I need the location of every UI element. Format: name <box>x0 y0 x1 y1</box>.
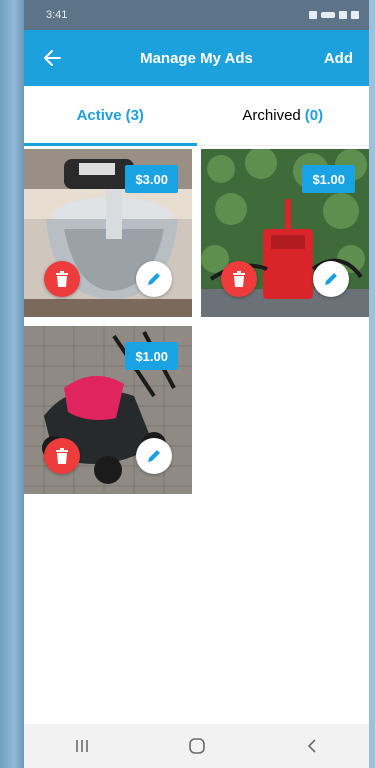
pencil-icon <box>148 273 160 285</box>
tab-active-label: Active <box>76 107 122 124</box>
arrow-left-icon <box>44 50 61 66</box>
alarm-icon <box>309 11 317 19</box>
delete-button[interactable] <box>221 261 257 297</box>
price-tag: $1.00 <box>125 342 178 370</box>
delete-button[interactable] <box>44 438 80 474</box>
edit-button[interactable] <box>136 438 172 474</box>
home-button[interactable] <box>167 724 227 768</box>
recent-apps-button[interactable] <box>52 724 112 768</box>
pencil-icon <box>148 450 160 462</box>
delete-button[interactable] <box>44 261 80 297</box>
cell-signal-icon <box>339 11 347 19</box>
back-nav-icon <box>307 739 316 753</box>
edit-button[interactable] <box>313 261 349 297</box>
page-title: Manage My Ads <box>140 49 253 67</box>
add-button[interactable]: Add <box>324 50 353 67</box>
status-icons <box>309 11 359 19</box>
ads-grid: $3.00 $1.00 $1.00 <box>24 146 369 706</box>
home-icon <box>188 738 205 754</box>
phone-screen: 3:41 Manage My Ads Add Active (3) Archiv… <box>24 0 369 768</box>
price-tag: $3.00 <box>125 165 178 193</box>
status-bar: 3:41 <box>24 0 369 30</box>
price-tag: $1.00 <box>302 165 355 193</box>
tabs: Active (3) Archived (0) <box>24 86 369 146</box>
ad-card[interactable]: $3.00 <box>24 149 192 317</box>
tab-archived-label: Archived <box>242 107 301 124</box>
edit-button[interactable] <box>136 261 172 297</box>
tab-active[interactable]: Active (3) <box>24 86 197 146</box>
trash-icon <box>56 448 68 464</box>
trash-icon <box>56 271 68 287</box>
back-button[interactable] <box>40 46 64 70</box>
wifi-signal-icon <box>321 12 335 18</box>
back-nav-button[interactable] <box>282 724 342 768</box>
app-bar: Manage My Ads Add <box>24 30 369 86</box>
pencil-icon <box>325 273 337 285</box>
recent-apps-icon <box>75 740 88 752</box>
system-nav-bar <box>24 724 369 768</box>
tab-active-count: (3) <box>125 107 144 124</box>
status-time: 3:41 <box>46 9 68 21</box>
ad-card[interactable]: $1.00 <box>201 149 369 317</box>
trash-icon <box>233 271 245 287</box>
tab-archived[interactable]: Archived (0) <box>197 86 370 145</box>
battery-icon <box>351 11 359 19</box>
tab-archived-count: (0) <box>304 107 324 124</box>
ad-card[interactable]: $1.00 <box>24 326 192 494</box>
